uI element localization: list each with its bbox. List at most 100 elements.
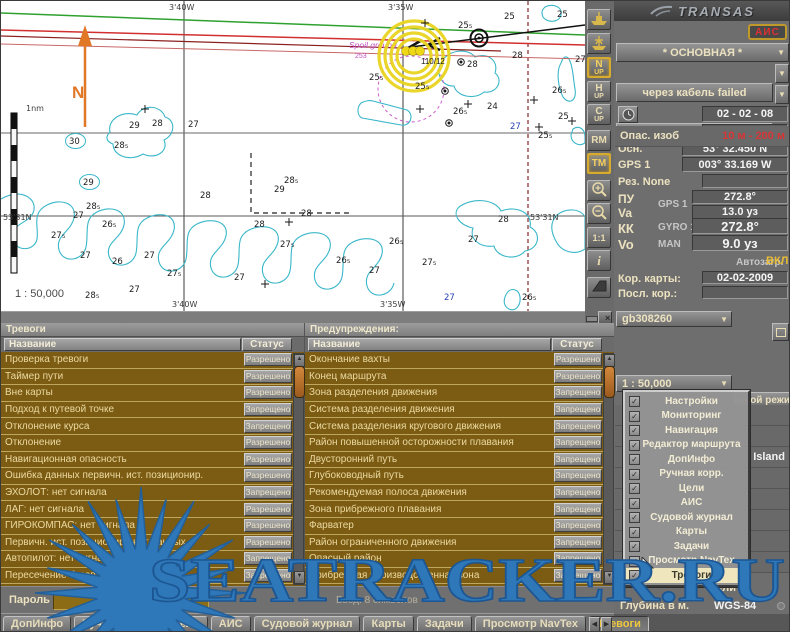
popout-window-button[interactable] — [772, 323, 789, 341]
menu-item[interactable]: ✓ Задачи — [626, 539, 747, 554]
menu-item[interactable]: ✓ Цели — [626, 481, 747, 496]
depth-sounding: 27 — [144, 251, 155, 261]
taskbar-tab[interactable]: Просмотр NavTex — [475, 616, 586, 632]
column-header-name[interactable]: Название — [308, 338, 551, 351]
taskbar-tab[interactable]: Цели — [164, 616, 208, 632]
status-button[interactable]: Разрешено — [554, 353, 602, 366]
menu-item[interactable]: ✓ Редактор маршрута — [626, 438, 747, 453]
relative-motion-button[interactable]: RM — [587, 130, 611, 151]
checkbox-checked-icon[interactable]: ✓ — [629, 440, 640, 451]
status-button[interactable]: Запрещено — [554, 536, 602, 549]
menu-item[interactable]: ✓ Навигация — [626, 423, 747, 438]
password-input[interactable] — [53, 592, 209, 610]
head-up-button[interactable]: H UP — [587, 81, 611, 102]
ship-center-view-button[interactable] — [587, 33, 611, 54]
main-config-select[interactable]: * ОСНОВНАЯ * ▼ — [616, 43, 789, 62]
clock-button[interactable] — [618, 106, 638, 123]
status-button[interactable]: Запрещено — [244, 420, 292, 433]
menu-item[interactable]: ✓ АИС — [626, 496, 747, 511]
info-button[interactable]: i — [587, 250, 611, 271]
taskbar-tab[interactable]: АИС — [211, 616, 251, 632]
true-motion-button[interactable]: TM — [587, 153, 611, 174]
spoil-ground-number: 253 — [355, 53, 367, 60]
ais-alert-badge[interactable]: АИС — [748, 24, 787, 40]
status-button[interactable]: Разрешено — [244, 469, 292, 482]
checkbox-checked-icon[interactable]: ✓ — [629, 411, 640, 422]
status-button[interactable]: Запрещено — [554, 469, 602, 482]
menu-item[interactable]: ✓ Ручная корр. — [626, 467, 747, 482]
status-button[interactable]: Разрешено — [244, 503, 292, 516]
checkbox-checked-icon[interactable]: ✓ — [629, 425, 640, 436]
status-button[interactable]: Запрещено — [554, 552, 602, 565]
scroll-left-icon[interactable]: ◀ — [589, 617, 600, 632]
menu-item[interactable]: ✓ Судовой журнал — [626, 510, 747, 525]
taskbar-tab[interactable]: ДопИнфо — [3, 616, 71, 632]
scrollbar-thumb[interactable] — [294, 366, 305, 398]
checkbox-checked-icon[interactable]: ✓ — [629, 570, 640, 581]
cable-select-dropdown-button[interactable]: ▼ — [775, 64, 789, 83]
taskbar-tab[interactable]: Ручная корр. — [74, 616, 161, 632]
scroll-down-icon[interactable]: ▼ — [294, 571, 305, 584]
column-header-name[interactable]: Название — [4, 338, 241, 351]
depth-sounding: 27 — [73, 211, 84, 221]
status-button[interactable]: Запрещено — [554, 403, 602, 416]
datum-indicator[interactable] — [777, 602, 785, 610]
column-header-status[interactable]: Статус — [552, 338, 602, 351]
taskbar-tab[interactable]: Задачи — [417, 616, 472, 632]
status-button[interactable]: Запрещено — [554, 519, 602, 532]
original-scale-button[interactable]: 1:1 — [587, 227, 611, 248]
checkbox-checked-icon[interactable]: ✓ — [629, 556, 640, 567]
status-button[interactable]: Запрещено — [554, 386, 602, 399]
status-button[interactable]: Запрещено — [554, 436, 602, 449]
menu-item[interactable]: ✓ Карты — [626, 525, 747, 540]
zoom-out-button[interactable] — [587, 203, 611, 224]
zoom-in-button[interactable] — [587, 180, 611, 201]
checkbox-checked-icon[interactable]: ✓ — [629, 527, 640, 538]
course-up-button[interactable]: C UP — [587, 104, 611, 125]
status-button[interactable]: Разрешено — [244, 353, 292, 366]
panel-resize-handle[interactable] — [586, 316, 598, 322]
north-up-button[interactable]: N UP — [587, 57, 611, 78]
status-button[interactable]: Разрешено — [554, 370, 602, 383]
status-button[interactable]: Запрещено — [554, 503, 602, 516]
checkbox-checked-icon[interactable]: ✓ — [629, 454, 640, 465]
status-button[interactable]: Разрешено — [244, 436, 292, 449]
menu-item[interactable]: ✓ Мониторинг — [626, 409, 747, 424]
status-button[interactable]: Запрещено — [554, 453, 602, 466]
navigation-chart[interactable]: Spoil ground. 253 110/12 — [1, 1, 585, 311]
scroll-right-icon[interactable]: ▶ — [601, 617, 612, 632]
chart-change-dropdown-button[interactable]: ▼ — [775, 85, 789, 104]
checkbox-checked-icon[interactable]: ✓ — [629, 541, 640, 552]
table-row: Таймер пути Разрешено — [1, 369, 304, 386]
chart-id-select[interactable]: gb308260 ▼ — [616, 311, 732, 327]
taskbar-tab[interactable]: Карты — [363, 616, 413, 632]
checkbox-checked-icon[interactable]: ✓ — [629, 512, 640, 523]
status-button[interactable]: Запрещено — [244, 569, 292, 582]
status-button[interactable]: Запрещено — [244, 486, 292, 499]
warnings-scrollbar[interactable]: ▲ ▼ — [603, 353, 614, 585]
checkbox-checked-icon[interactable]: ✓ — [629, 483, 640, 494]
status-button[interactable]: Разрешено — [244, 386, 292, 399]
checkbox-checked-icon[interactable]: ✓ — [629, 469, 640, 480]
column-header-status[interactable]: Статус — [242, 338, 292, 351]
status-button[interactable]: Запрещено — [554, 569, 602, 582]
erase-button[interactable] — [587, 277, 611, 298]
status-button[interactable]: Запрещено — [554, 486, 602, 499]
own-ship-view-button[interactable] — [587, 9, 611, 30]
scrollbar-thumb[interactable] — [604, 366, 615, 398]
status-button[interactable]: Запрещено — [554, 420, 602, 433]
menu-item[interactable]: ✓ Настройки — [626, 394, 747, 409]
menu-item[interactable]: ✓ ДопИнфо — [626, 452, 747, 467]
status-button[interactable]: Разрешено — [244, 370, 292, 383]
alarms-scrollbar[interactable]: ▲ ▼ — [293, 353, 304, 585]
checkbox-checked-icon[interactable]: ✓ — [629, 498, 640, 509]
status-button[interactable]: Разрешено — [244, 453, 292, 466]
taskbar-tab[interactable]: Судовой журнал — [254, 616, 361, 632]
status-button[interactable]: Разрешено — [244, 536, 292, 549]
cable-status-select[interactable]: через кабель failed — [616, 83, 773, 102]
status-button[interactable]: Запрещено — [244, 552, 292, 565]
status-button[interactable]: Разрешено — [244, 519, 292, 532]
scroll-down-icon[interactable]: ▼ — [604, 571, 615, 584]
checkbox-checked-icon[interactable]: ✓ — [629, 396, 640, 407]
status-button[interactable]: Запрещено — [244, 403, 292, 416]
